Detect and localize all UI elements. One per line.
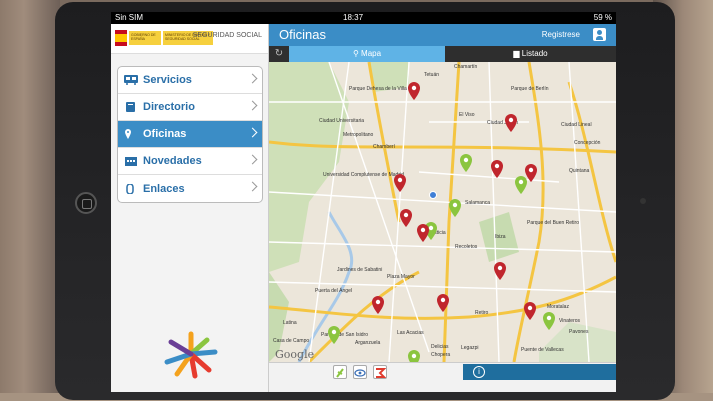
chevron-right-icon (247, 181, 258, 192)
book-icon (126, 102, 135, 112)
office-pin-red[interactable] (372, 296, 384, 314)
tab-listado[interactable]: ▆ Listado (445, 46, 616, 62)
google-logo: Google (275, 348, 315, 361)
paperclip-icon (126, 183, 134, 194)
page-title: Oficinas (279, 27, 326, 42)
view-tabs: ↻ ⚲ Mapa ▆ Listado (269, 46, 616, 62)
spain-flag-icon (115, 30, 127, 46)
office-pin-red[interactable] (525, 164, 537, 182)
current-location-icon (429, 191, 437, 199)
sidebar-item-enlaces[interactable]: Enlaces (118, 175, 262, 202)
location-pin-icon: ⚲ (352, 49, 359, 58)
tab-mapa[interactable]: ⚲ Mapa (289, 46, 445, 62)
filter-green-icon[interactable] (333, 365, 347, 379)
bottom-toolbar: i (269, 362, 616, 392)
ministry-header: GOBIERNO DE ESPAÑA MINISTERIO DE EMPLEO … (111, 24, 268, 54)
sidebar-menu: Servicios Directorio Oficinas Novedades (117, 66, 263, 203)
office-pin-red[interactable] (408, 82, 420, 100)
sidebar-item-novedades[interactable]: Novedades (118, 148, 262, 175)
office-pins (328, 82, 555, 362)
front-camera (640, 198, 646, 204)
sidebar-item-label: Enlaces (143, 182, 185, 195)
user-icon[interactable] (593, 28, 606, 41)
main-panel: Oficinas Registrese ↻ ⚲ Mapa ▆ Listado T… (269, 24, 616, 392)
info-icon[interactable]: i (473, 366, 485, 378)
seguridad-social-logo (164, 331, 218, 379)
status-bar: Sin SIM 18:37 59 % (111, 12, 616, 24)
offices-map[interactable]: Tetuán Chamartín Parque Dehesa de la Vil… (269, 62, 616, 362)
calendar-icon (125, 157, 137, 166)
office-pin-green[interactable] (460, 154, 472, 172)
office-pin-red[interactable] (494, 262, 506, 280)
register-link[interactable]: Registrese (542, 30, 580, 39)
photo-background-left (0, 0, 60, 401)
battery-level: 59 % (593, 13, 612, 22)
gobierno-logo: GOBIERNO DE ESPAÑA (129, 31, 161, 45)
chevron-right-icon (247, 100, 258, 111)
tab-label: Listado (521, 49, 548, 58)
clock: 18:37 (343, 13, 364, 22)
office-pin-red[interactable] (505, 114, 517, 132)
location-pin-icon (125, 129, 131, 139)
sidebar-item-servicios[interactable]: Servicios (118, 67, 262, 94)
tab-label: Mapa (361, 49, 382, 58)
sidebar-item-label: Directorio (143, 101, 195, 113)
seguridad-social-label: SEGURIDAD SOCIAL (192, 32, 262, 39)
home-button[interactable] (75, 192, 97, 214)
office-pin-red[interactable] (491, 160, 503, 178)
sidebar-item-label: Oficinas (143, 128, 187, 140)
office-pin-green[interactable] (543, 312, 555, 330)
filter-eye-icon[interactable] (353, 365, 367, 379)
bus-icon (124, 75, 138, 85)
office-pin-red[interactable] (437, 294, 449, 312)
office-pin-red[interactable] (394, 174, 406, 192)
sidebar-item-label: Servicios (143, 74, 192, 86)
filter-red-icon[interactable] (373, 365, 387, 379)
office-pin-green[interactable] (328, 326, 340, 344)
carrier-label: Sin SIM (115, 13, 144, 22)
office-pin-green[interactable] (449, 199, 461, 217)
office-pin-red[interactable] (400, 209, 412, 227)
office-pin-green[interactable] (408, 350, 420, 362)
chevron-right-icon (247, 154, 258, 165)
info-bar: i (463, 364, 616, 380)
office-pin-red[interactable] (524, 302, 536, 320)
chevron-right-icon (247, 73, 258, 84)
top-bar: Oficinas Registrese (269, 24, 616, 46)
document-icon: ▆ (513, 49, 520, 58)
refresh-icon[interactable]: ↻ (269, 46, 289, 62)
app-screen: Sin SIM 18:37 59 % GOBIERNO DE ESPAÑA MI… (111, 12, 616, 392)
office-pin-green[interactable] (515, 176, 527, 194)
sidebar-item-oficinas[interactable]: Oficinas (118, 121, 262, 148)
office-pin-red[interactable] (417, 224, 429, 242)
sidebar-item-directorio[interactable]: Directorio (118, 94, 262, 121)
sidebar: GOBIERNO DE ESPAÑA MINISTERIO DE EMPLEO … (111, 24, 269, 392)
chevron-right-icon (247, 127, 258, 138)
sidebar-item-label: Novedades (143, 155, 202, 167)
